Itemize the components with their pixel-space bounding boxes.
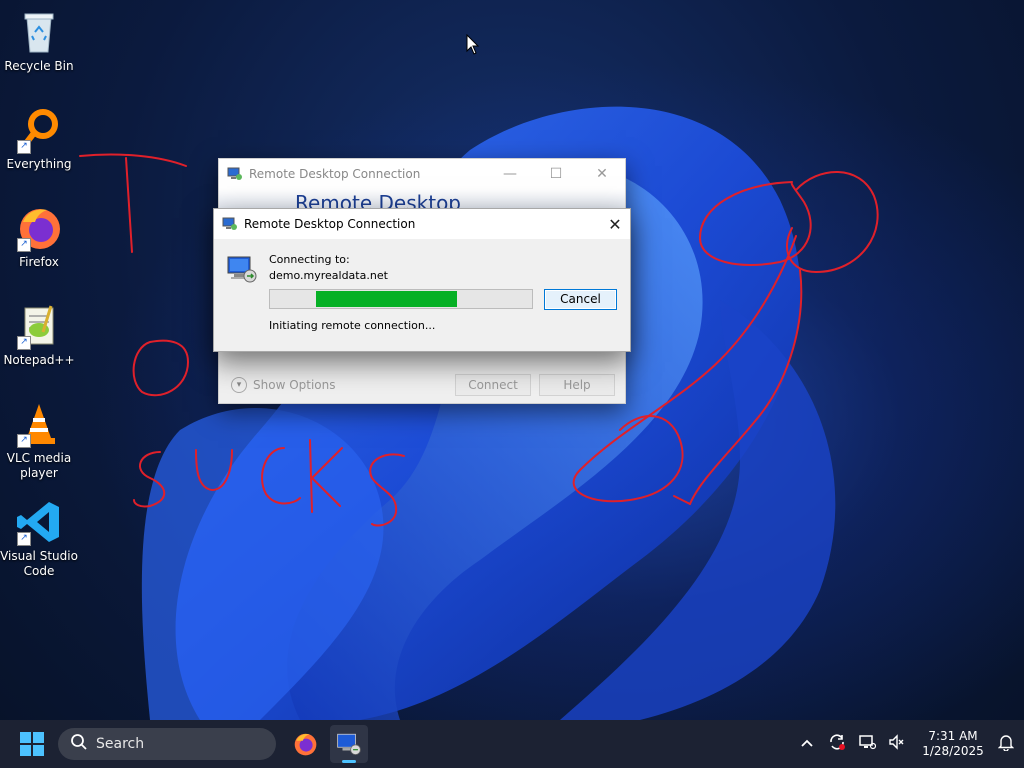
rdc-app-icon (227, 167, 243, 181)
start-button[interactable] (20, 732, 44, 756)
progress-fill (316, 291, 457, 307)
network-icon[interactable] (852, 734, 882, 754)
desktop-icon-label: Firefox (19, 255, 59, 269)
recycle-bin-icon (15, 8, 63, 56)
everything-magnifier-icon: ↗ (15, 106, 63, 154)
desktop-icon-notepadpp[interactable]: ↗ Notepad++ (0, 302, 78, 368)
dialog-title-bar[interactable]: Remote Desktop Connection ✕ (214, 209, 630, 239)
mouse-cursor-icon (466, 34, 480, 55)
show-options-button[interactable]: ▾ Show Options (231, 377, 336, 393)
cancel-button[interactable]: Cancel (544, 289, 617, 310)
shortcut-arrow-icon: ↗ (17, 140, 31, 154)
desktop-icon-label: VLC media player (6, 451, 72, 480)
search-icon (70, 733, 92, 755)
clock[interactable]: 7:31 AM 1/28/2025 (918, 729, 988, 759)
vlc-cone-icon: ↗ (15, 400, 63, 448)
window-title: Remote Desktop Connection (249, 167, 421, 181)
close-button[interactable]: ✕ (579, 166, 625, 182)
taskbar-firefox[interactable] (286, 725, 324, 763)
remote-desktop-icon (337, 733, 361, 755)
shortcut-arrow-icon: ↗ (17, 336, 31, 350)
connecting-to-label: Connecting to: (269, 253, 350, 266)
help-button[interactable]: Help (539, 374, 615, 396)
firefox-icon: ↗ (15, 204, 63, 252)
system-tray: 7:31 AM 1/28/2025 (792, 729, 1024, 759)
vscode-icon: ↗ (15, 498, 63, 546)
status-text: Initiating remote connection... (269, 319, 436, 332)
volume-muted-icon[interactable] (882, 734, 912, 754)
shortcut-arrow-icon: ↗ (17, 434, 31, 448)
desktop-icon-vscode[interactable]: ↗ Visual Studio Code (0, 498, 78, 579)
windows-logo-icon (20, 745, 31, 756)
chevron-up-icon[interactable] (792, 736, 822, 752)
rdc-banner: Remote Desktop (219, 189, 625, 209)
desktop-icon-label: Everything (6, 157, 72, 171)
desktop-icon-label: Visual Studio Code (0, 549, 78, 578)
rdc-bottom-bar: ▾ Show Options Connect Help (219, 367, 625, 403)
minimize-button[interactable]: — (487, 166, 533, 182)
desktop-icon-firefox[interactable]: ↗ Firefox (0, 204, 78, 270)
maximize-button[interactable]: ☐ (533, 166, 579, 182)
clock-time: 7:31 AM (928, 729, 978, 743)
desktop-icon-everything[interactable]: ↗ Everything (0, 106, 78, 172)
taskbar-remote-desktop[interactable] (330, 725, 368, 763)
clock-date: 1/28/2025 (922, 744, 984, 758)
desktop-icon-label: Recycle Bin (4, 59, 74, 73)
sync-alert-icon[interactable] (822, 733, 852, 755)
desktop-icon-recycle-bin[interactable]: Recycle Bin (0, 8, 78, 74)
search-label: Search (96, 736, 145, 752)
rdc-app-icon (222, 217, 238, 231)
windows-logo-icon (20, 732, 31, 743)
chevron-down-icon: ▾ (231, 377, 247, 393)
show-options-label: Show Options (253, 378, 336, 392)
notification-bell-icon[interactable] (988, 733, 1024, 755)
dialog-title: Remote Desktop Connection (244, 217, 416, 231)
notepadpp-icon: ↗ (15, 302, 63, 350)
windows-logo-icon (33, 732, 44, 743)
taskbar: Search 7:31 AM 1/28/2025 (0, 720, 1024, 768)
desktop-icon-vlc[interactable]: ↗ VLC media player (0, 400, 78, 481)
title-bar[interactable]: Remote Desktop Connection — ☐ ✕ (219, 159, 625, 189)
computer-connection-icon (226, 253, 258, 285)
search-box[interactable]: Search (58, 728, 276, 760)
banner-title: Remote Desktop (295, 191, 462, 209)
connect-button[interactable]: Connect (455, 374, 531, 396)
firefox-icon (294, 733, 317, 756)
shortcut-arrow-icon: ↗ (17, 532, 31, 546)
desktop-icon-label: Notepad++ (3, 353, 75, 367)
close-button[interactable]: ✕ (600, 215, 630, 234)
host-name: demo.myrealdata.net (269, 269, 388, 282)
windows-logo-icon (33, 745, 44, 756)
connecting-dialog: Remote Desktop Connection ✕ Connecting t… (213, 208, 631, 352)
shortcut-arrow-icon: ↗ (17, 238, 31, 252)
connection-progress-bar (269, 289, 533, 309)
